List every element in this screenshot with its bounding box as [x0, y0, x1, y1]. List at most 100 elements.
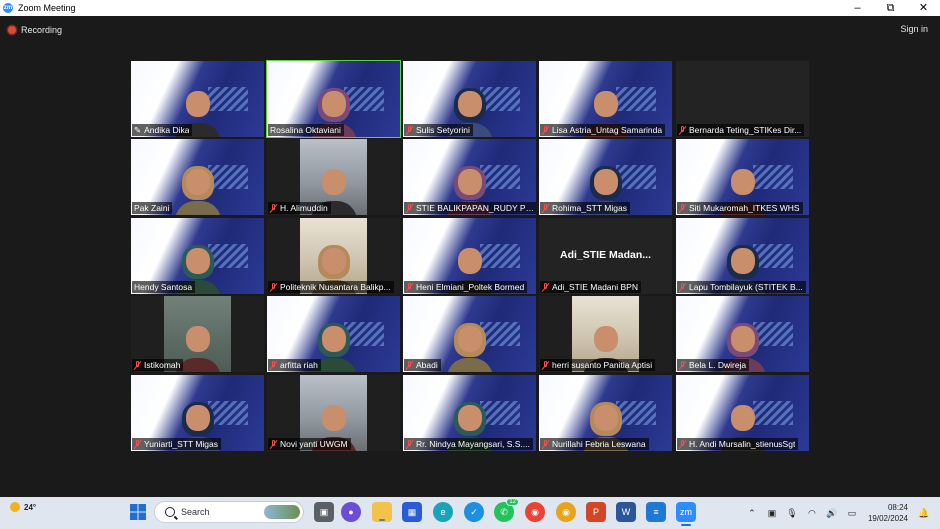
microphone-muted-icon	[406, 360, 413, 370]
search-placeholder: Search	[181, 507, 210, 517]
microphone-muted-icon	[406, 282, 413, 292]
participant-tile[interactable]: Novi yanti UWGM	[267, 375, 400, 451]
participant-tile[interactable]: Lisa Astria_Untag Samarinda	[539, 61, 672, 137]
tray-app-icon[interactable]: ▣	[766, 507, 778, 519]
weather-temp: 24°	[24, 503, 37, 512]
participant-tile[interactable]: Nurillahi Febria Leswana	[539, 375, 672, 451]
meet-app-icon[interactable]: ●	[341, 502, 361, 522]
powerpoint-icon[interactable]: P	[586, 502, 606, 522]
participant-tile[interactable]: Bela L. Dwireja	[676, 296, 809, 372]
gallery-view: ✎ Andika Dika Rosalina Oktaviani Sulis Sety…	[131, 60, 809, 451]
search-highlight-icon	[264, 505, 300, 519]
whatsapp-badge: 12	[506, 498, 519, 506]
participant-nameplate: Siti Mukaromah_ITKES WHS	[677, 202, 803, 214]
taskbar-search[interactable]: Search	[154, 501, 304, 523]
close-button[interactable]: ✕	[907, 0, 940, 16]
microphone-icon[interactable]: 🎙	[786, 507, 798, 519]
participant-tile[interactable]: Politeknik Nusantara Balikp...	[267, 218, 400, 294]
microphone-muted-icon	[542, 125, 549, 135]
participant-tile[interactable]: STIE BALIKPAPAN_RUDY PU...	[403, 139, 536, 215]
participant-name: Politeknik Nusantara Balikp...	[280, 282, 391, 292]
participant-nameplate: Rosalina Oktaviani	[268, 124, 344, 136]
clock-date: 19/02/2024	[867, 514, 908, 523]
file-explorer-icon[interactable]	[372, 502, 392, 522]
participant-tile[interactable]: H. Andi Mursalin_stienusSgt	[676, 375, 809, 451]
participant-tile[interactable]: Rohima_STT Migas	[539, 139, 672, 215]
microphone-muted-icon	[270, 282, 277, 292]
participant-name: Rohima_STT Migas	[552, 203, 627, 213]
microphone-muted-icon	[679, 360, 686, 370]
participant-tile[interactable]: H. Alimuddin	[267, 139, 400, 215]
meeting-top-strip: Recording Sign in	[0, 16, 940, 44]
chevron-up-icon[interactable]: ⌃	[746, 507, 758, 519]
start-button[interactable]	[128, 502, 148, 522]
participant-name: Siti Mukaromah_ITKES WHS	[689, 203, 800, 213]
recording-indicator[interactable]: Recording	[8, 25, 62, 35]
whatsapp-icon[interactable]: ✆ 12	[494, 498, 519, 522]
taskbar-clock[interactable]: 08:24 19/02/2024	[868, 502, 908, 524]
participant-tile[interactable]: Istikomah	[131, 296, 264, 372]
windows-logo-icon	[130, 504, 146, 520]
microphone-muted-icon	[679, 439, 686, 449]
participant-name: herri susanto Panitia Aptisi	[552, 360, 653, 370]
participant-tile[interactable]: Rosalina Oktaviani	[266, 60, 401, 138]
participant-nameplate: Rr. Nindya Mayangsari, S.S....	[404, 438, 533, 450]
participant-nameplate: Pak Zaini	[132, 202, 173, 214]
participant-tile[interactable]: Hendy Santosa	[131, 218, 264, 294]
participant-name: Yuniarti_STT Migas	[144, 439, 219, 449]
chrome-profile-icon[interactable]: ◉	[556, 502, 576, 522]
participant-name: Bela L. Dwireja	[689, 360, 747, 370]
participant-name: Abadi	[416, 360, 438, 370]
microphone-muted-icon	[270, 439, 277, 449]
participant-tile[interactable]: ✎ Andika Dika	[131, 61, 264, 137]
battery-icon[interactable]: ▭	[846, 507, 858, 519]
zoom-taskbar-icon[interactable]: zm	[676, 502, 696, 526]
participant-name: Novi yanti UWGM	[280, 439, 348, 449]
volume-icon[interactable]: 🔊	[826, 507, 838, 519]
search-icon	[165, 507, 175, 517]
microphone-muted-icon	[270, 360, 277, 370]
participant-nameplate: Yuniarti_STT Migas	[132, 438, 222, 450]
app-icon[interactable]: ✓	[464, 502, 484, 522]
participant-tile[interactable]: Lapu Tombilayuk (STITEK B...	[676, 218, 809, 294]
participant-tile[interactable]: arfitta riah	[267, 296, 400, 372]
edge-icon[interactable]: e	[433, 502, 453, 522]
participant-name: Adi_STIE Madani BPN	[552, 282, 638, 292]
participant-nameplate: Hendy Santosa	[132, 281, 196, 293]
store-icon[interactable]: ▦	[402, 502, 422, 522]
participant-nameplate: STIE BALIKPAPAN_RUDY PU...	[404, 202, 536, 214]
participant-figure	[446, 323, 493, 372]
participant-name: arfitta riah	[280, 360, 318, 370]
sign-in-link[interactable]: Sign in	[900, 24, 928, 34]
participant-tile[interactable]: herri susanto Panitia Aptisi	[539, 296, 672, 372]
participant-tile[interactable]: Yuniarti_STT Migas	[131, 375, 264, 451]
minimize-button[interactable]: –	[841, 0, 874, 16]
notes-icon[interactable]: ≡	[646, 502, 666, 522]
notification-bell-icon[interactable]: 🔔	[918, 507, 930, 519]
window-title: Zoom Meeting	[18, 3, 76, 13]
participant-tile[interactable]: Adi_STIE Madan... Adi_STIE Madani BPN	[539, 218, 672, 294]
word-icon[interactable]: W	[616, 502, 636, 522]
microphone-muted-icon	[679, 282, 686, 292]
participant-nameplate: Lisa Astria_Untag Samarinda	[540, 124, 666, 136]
microphone-muted-icon	[134, 360, 141, 370]
participant-name: Istikomah	[144, 360, 181, 370]
chrome-icon[interactable]: ◉	[525, 502, 545, 522]
maximize-button[interactable]: ⧉	[874, 0, 907, 16]
participant-tile[interactable]: Bernarda Teting_STIKes Dir...	[676, 61, 809, 137]
participant-tile[interactable]: Rr. Nindya Mayangsari, S.S....	[403, 375, 536, 451]
participant-name: Hendy Santosa	[134, 282, 193, 292]
wifi-icon[interactable]: ◠	[806, 507, 818, 519]
participant-tile[interactable]: Abadi	[403, 296, 536, 372]
task-view-icon[interactable]: ▣	[314, 502, 334, 522]
system-tray: ⌃ ▣ 🎙 ◠ 🔊 ▭ 08:24 19/02/2024 🔔	[742, 497, 934, 529]
microphone-muted-icon	[542, 439, 549, 449]
weather-widget[interactable]: 24°	[8, 501, 48, 525]
participant-nameplate: Heni Elmiani_Poltek Bormed	[404, 281, 528, 293]
participant-tile[interactable]: Pak Zaini	[131, 139, 264, 215]
participant-tile[interactable]: Sulis Setyorini	[403, 61, 536, 137]
microphone-muted-icon	[679, 203, 686, 213]
participant-tile[interactable]: Heni Elmiani_Poltek Bormed	[403, 218, 536, 294]
participant-tile[interactable]: Siti Mukaromah_ITKES WHS	[676, 139, 809, 215]
participant-nameplate: Bernarda Teting_STIKes Dir...	[677, 124, 805, 136]
